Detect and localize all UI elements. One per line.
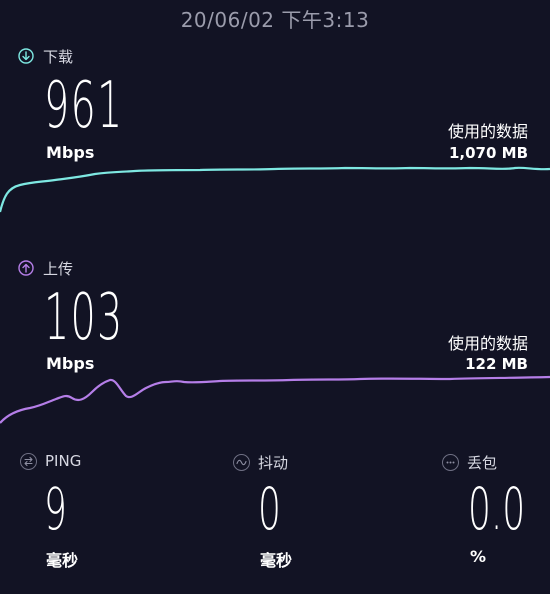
jitter-label: 抖动	[258, 454, 289, 472]
jitter-header: 抖动	[233, 452, 288, 473]
upload-speed-value: 103	[44, 281, 124, 355]
speedtest-result-screen: 20/06/02 下午3:13 下载 961 Mbps 使用的数据 1,070 …	[0, 0, 550, 594]
packet-loss-label: 丢包	[467, 454, 498, 472]
packet-loss-header: 丢包	[442, 452, 497, 473]
download-speed-graph	[0, 166, 550, 213]
arrow-up-circle-icon	[18, 260, 34, 276]
upload-usage-label: 使用的数据	[447, 334, 528, 353]
upload-speed-graph	[0, 375, 550, 424]
jitter-icon	[233, 454, 250, 471]
arrow-down-circle-icon	[18, 48, 34, 64]
ping-label: PING	[45, 452, 82, 470]
download-label: 下载	[43, 47, 74, 66]
download-usage-label: 使用的数据	[447, 122, 528, 141]
ping-icon	[20, 452, 37, 470]
upload-header: 上传	[18, 257, 73, 279]
ping-unit: 毫秒	[46, 551, 79, 570]
upload-label: 上传	[43, 259, 74, 278]
download-header: 下载	[18, 45, 73, 67]
ping-header: PING	[20, 452, 81, 470]
ping-value: 9	[44, 475, 67, 543]
packet-loss-icon	[442, 454, 459, 471]
download-speed-value: 961	[44, 69, 124, 143]
packet-loss-unit: %	[470, 547, 487, 566]
jitter-value: 0	[258, 475, 281, 543]
jitter-unit: 毫秒	[260, 551, 293, 570]
packet-loss-value: 0.0	[468, 475, 526, 543]
result-timestamp: 20/06/02 下午3:13	[180, 8, 370, 32]
